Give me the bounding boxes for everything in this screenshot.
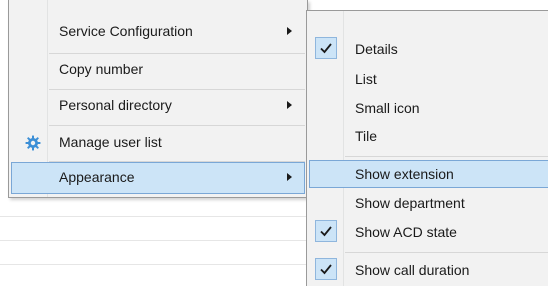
menu-separator [49, 125, 305, 126]
submenu-item-label: Tile [355, 128, 378, 144]
submenu-item-details[interactable]: Details [309, 35, 548, 63]
submenu-arrow-icon [287, 173, 292, 181]
submenu-item-label: Show ACD state [355, 224, 457, 240]
submenu-item-label: List [355, 71, 377, 87]
menu-item-label: Service Configuration [59, 23, 193, 39]
submenu-item-show-call-duration[interactable]: Show call duration [309, 256, 548, 284]
submenu-arrow-icon [287, 101, 292, 109]
context-menu: Service Configuration Copy number Person… [8, 0, 308, 198]
checkmark-icon [315, 220, 337, 242]
menu-item-service-configuration[interactable]: Service Configuration [11, 16, 305, 48]
submenu-item-label: Details [355, 41, 398, 57]
submenu-item-list[interactable]: List [309, 65, 548, 93]
menu-item-label: Manage user list [59, 134, 162, 150]
menu-separator [345, 252, 548, 253]
menu-item-label: Copy number [59, 61, 144, 77]
menu-item-manage-user-list[interactable]: Manage user list [11, 127, 305, 159]
submenu-item-label: Small icon [355, 100, 420, 116]
menu-separator [345, 156, 548, 157]
submenu-arrow-icon [287, 27, 292, 35]
submenu-item-label: Show call duration [355, 262, 470, 278]
submenu-item-small-icon[interactable]: Small icon [309, 94, 548, 122]
menu-item-appearance[interactable]: Appearance [11, 162, 305, 194]
menu-item-personal-directory[interactable]: Personal directory [11, 90, 305, 122]
checkmark-icon [315, 258, 337, 280]
checkmark-icon [315, 37, 337, 59]
submenu-item-tile[interactable]: Tile [309, 122, 548, 150]
menu-item-label: Personal directory [59, 97, 172, 113]
submenu-item-show-acd-state[interactable]: Show ACD state [309, 218, 548, 246]
menu-item-label: Appearance [59, 169, 135, 185]
menu-item-copy-number[interactable]: Copy number [11, 54, 305, 86]
gear-icon [25, 135, 41, 151]
submenu-item-label: Show extension [355, 166, 454, 182]
submenu-item-show-extension[interactable]: Show extension [309, 160, 548, 188]
submenu-item-show-department[interactable]: Show department [309, 189, 548, 217]
submenu-item-label: Show department [355, 195, 465, 211]
appearance-submenu: Details List Small icon Tile Show extens… [306, 10, 548, 286]
